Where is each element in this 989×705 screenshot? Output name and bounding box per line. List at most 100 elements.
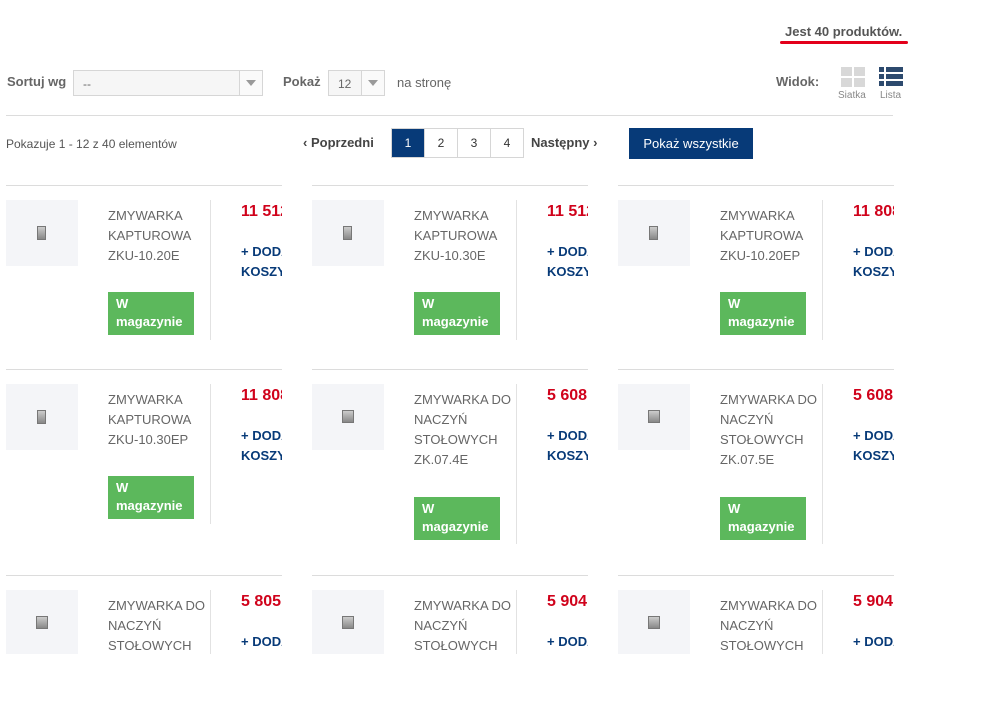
card-separator (210, 200, 211, 340)
product-count: Jest 40 produktów. (785, 24, 903, 39)
product-price: 5 805,60 zł (241, 593, 282, 610)
dishwasher-icon (648, 410, 660, 423)
stock-badge: W magazynie (720, 292, 806, 335)
product-name[interactable]: ZMYWARKA DO NACZYŃ STOŁOWYCH ZK.07.5E (720, 390, 822, 470)
add-to-cart-button[interactable]: + DODAJ DO KOSZYKA (547, 632, 588, 654)
product-price: 11 808,00 zł (853, 203, 894, 220)
product-price: 5 608,80 zł (547, 387, 588, 404)
product-image[interactable] (6, 590, 78, 654)
card-separator (516, 200, 517, 340)
view-label: Widok: (776, 74, 820, 89)
stock-badge: W magazynie (720, 497, 806, 540)
stock-badge: W magazynie (108, 292, 194, 335)
card-divider (312, 575, 588, 576)
sort-select-value: -- (83, 77, 91, 91)
product-name[interactable]: ZMYWARKA KAPTUROWA ZKU-10.30EP (108, 390, 210, 450)
product-name[interactable]: ZMYWARKA KAPTUROWA ZKU-10.30E (414, 206, 516, 266)
chevron-right-icon: › (593, 135, 598, 150)
dishwasher-icon (648, 616, 660, 629)
prev-page-link[interactable]: ‹ Poprzedni (303, 135, 374, 150)
show-label: Pokaż (283, 74, 321, 89)
dishwasher-icon (342, 410, 354, 423)
sort-label: Sortuj wg (7, 74, 67, 89)
card-divider (6, 185, 282, 186)
toolbar-divider (6, 115, 893, 116)
product-image[interactable] (312, 384, 384, 450)
show-all-button[interactable]: Pokaż wszystkie (629, 128, 753, 159)
card-divider (6, 575, 282, 576)
add-to-cart-button[interactable]: + DODAJ DO KOSZYKA (853, 632, 894, 654)
add-to-cart-button[interactable]: + DODAJ DO KOSZYKA (241, 426, 282, 466)
add-to-cart-button[interactable]: + DODAJ DO KOSZYKA (241, 242, 282, 282)
list-view-button[interactable]: Lista (877, 67, 907, 103)
card-separator (822, 590, 823, 654)
card-separator (822, 384, 823, 544)
product-name[interactable]: ZMYWARKA DO NACZYŃ STOŁOWYCH (720, 596, 822, 654)
stock-badge: W magazynie (414, 292, 500, 335)
card-separator (210, 590, 211, 654)
sort-select[interactable]: -- (73, 70, 263, 96)
product-name[interactable]: ZMYWARKA KAPTUROWA ZKU-10.20E (108, 206, 210, 266)
count-underline (780, 41, 908, 44)
add-to-cart-button[interactable]: + DODAJ DO KOSZYKA (547, 242, 588, 282)
product-image[interactable] (618, 590, 690, 654)
product-price: 5 608,80 zł (853, 387, 894, 404)
per-page-select[interactable]: 12 (328, 70, 385, 96)
dishwasher-icon (343, 226, 352, 240)
add-to-cart-button[interactable]: + DODAJ DO KOSZYKA (853, 426, 894, 466)
dishwasher-icon (342, 616, 354, 629)
card-divider (618, 185, 894, 186)
product-price: 5 904,00 zł (547, 593, 588, 610)
chevron-down-icon (361, 71, 384, 95)
next-page-link[interactable]: Następny › (531, 135, 598, 150)
product-name[interactable]: ZMYWARKA DO NACZYŃ STOŁOWYCH (414, 596, 516, 654)
grid-icon (841, 67, 865, 87)
per-page-label: na stronę (397, 75, 452, 90)
card-divider (6, 369, 282, 370)
card-separator (516, 590, 517, 654)
product-card: ZMYWARKA KAPTUROWA ZKU-10.30EP W magazyn… (6, 369, 282, 575)
product-price: 11 512,80 zł (547, 203, 588, 220)
chevron-left-icon: ‹ (303, 135, 308, 150)
product-price: 5 904,00 zł (853, 593, 894, 610)
page-3[interactable]: 3 (458, 129, 491, 157)
product-card: ZMYWARKA KAPTUROWA ZKU-10.20E W magazyni… (6, 185, 282, 369)
add-to-cart-button[interactable]: + DODAJ DO KOSZYKA (853, 242, 894, 282)
product-image[interactable] (312, 590, 384, 654)
grid-view-caption: Siatka (838, 90, 866, 101)
next-page-label: Następny (531, 135, 590, 150)
product-name[interactable]: ZMYWARKA DO NACZYŃ STOŁOWYCH (108, 596, 210, 654)
product-image[interactable] (618, 200, 690, 266)
page-2[interactable]: 2 (425, 129, 458, 157)
stock-badge: W magazynie (108, 476, 194, 519)
prev-page-label: Poprzedni (310, 135, 374, 150)
page-numbers: 1 2 3 4 (391, 128, 524, 158)
page-1[interactable]: 1 (392, 129, 425, 157)
card-divider (618, 369, 894, 370)
dishwasher-icon (37, 410, 46, 424)
list-icon (879, 67, 903, 86)
grid-view-button[interactable]: Siatka (838, 67, 868, 103)
product-image[interactable] (312, 200, 384, 266)
page-4[interactable]: 4 (491, 129, 523, 157)
dishwasher-icon (37, 226, 46, 240)
product-image[interactable] (6, 200, 78, 266)
product-card: ZMYWARKA DO NACZYŃ STOŁOWYCH ZK.07.4E W … (312, 369, 588, 575)
product-image[interactable] (6, 384, 78, 450)
list-view-caption: Lista (880, 90, 902, 101)
card-separator (822, 200, 823, 340)
product-image[interactable] (618, 384, 690, 450)
product-name[interactable]: ZMYWARKA DO NACZYŃ STOŁOWYCH ZK.07.4E (414, 390, 516, 470)
add-to-cart-button[interactable]: + DODAJ DO KOSZYKA (547, 426, 588, 466)
product-price: 11 512,80 zł (241, 203, 282, 220)
chevron-down-icon (239, 71, 262, 95)
dishwasher-icon (36, 616, 48, 629)
product-name[interactable]: ZMYWARKA KAPTUROWA ZKU-10.20EP (720, 206, 822, 266)
add-to-cart-button[interactable]: + DODAJ DO KOSZYKA (241, 632, 282, 654)
card-divider (312, 369, 588, 370)
product-card: ZMYWARKA KAPTUROWA ZKU-10.30E W magazyni… (312, 185, 588, 369)
product-card: ZMYWARKA DO NACZYŃ STOŁOWYCH ZK.07.5E W … (618, 369, 894, 575)
card-divider (312, 185, 588, 186)
product-card: ZMYWARKA DO NACZYŃ STOŁOWYCH 5 805,60 zł… (6, 575, 282, 654)
product-card: ZMYWARKA KAPTUROWA ZKU-10.20EP W magazyn… (618, 185, 894, 369)
